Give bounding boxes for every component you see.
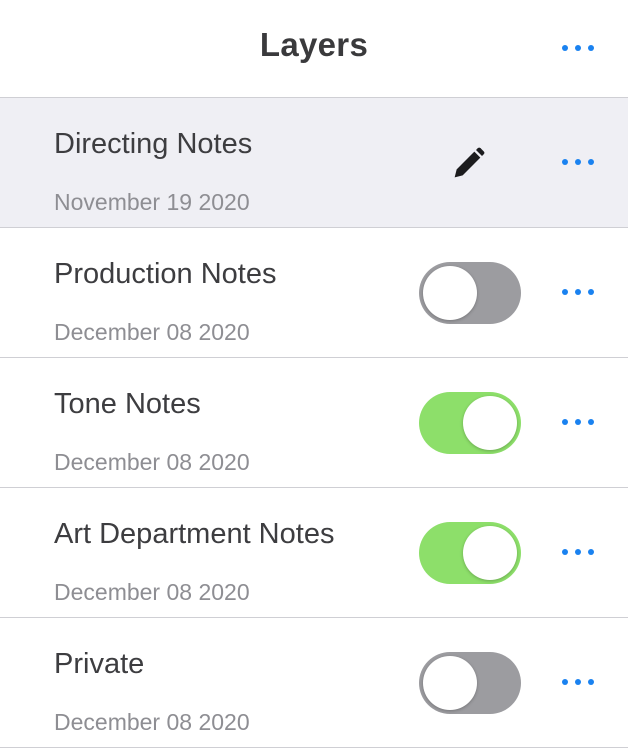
more-horizontal-icon — [562, 289, 594, 295]
layer-date: December 08 2020 — [54, 709, 250, 735]
layer-name: Private — [54, 648, 145, 680]
more-horizontal-icon — [562, 549, 594, 555]
pencil-icon — [454, 147, 485, 178]
more-horizontal-icon — [562, 419, 594, 425]
visibility-toggle[interactable] — [419, 522, 521, 584]
page-title: Layers — [259, 26, 369, 63]
layer-date: December 08 2020 — [54, 319, 250, 345]
layer-row-art-department-notes[interactable]: Art Department Notes December 08 2020 — [0, 488, 628, 618]
edit-layer-button[interactable] — [446, 142, 490, 186]
layer-more-button[interactable] — [554, 272, 602, 312]
layer-name: Art Department Notes — [54, 518, 335, 550]
header-more-button[interactable] — [554, 28, 602, 68]
more-horizontal-icon — [562, 679, 594, 685]
layer-more-button[interactable] — [554, 662, 602, 702]
toggle-knob — [423, 266, 477, 320]
layer-more-button[interactable] — [554, 142, 602, 182]
more-horizontal-icon — [562, 159, 594, 165]
layer-date: December 08 2020 — [54, 449, 250, 475]
more-horizontal-icon — [562, 45, 594, 51]
visibility-toggle[interactable] — [419, 652, 521, 714]
layer-more-button[interactable] — [554, 532, 602, 572]
visibility-toggle[interactable] — [419, 392, 521, 454]
layer-date: November 19 2020 — [54, 189, 250, 215]
layer-row-tone-notes[interactable]: Tone Notes December 08 2020 — [0, 358, 628, 488]
layer-name: Production Notes — [54, 258, 277, 290]
layers-panel: Layers Directing Notes November 19 2020 … — [0, 0, 628, 753]
toggle-knob — [463, 396, 517, 450]
layer-date: December 08 2020 — [54, 579, 250, 605]
layer-row-private[interactable]: Private December 08 2020 — [0, 618, 628, 748]
header: Layers — [0, 0, 628, 98]
layer-name: Tone Notes — [54, 388, 201, 420]
layer-name: Directing Notes — [54, 128, 253, 160]
layer-row-production-notes[interactable]: Production Notes December 08 2020 — [0, 228, 628, 358]
layer-more-button[interactable] — [554, 402, 602, 442]
visibility-toggle[interactable] — [419, 262, 521, 324]
toggle-knob — [423, 656, 477, 710]
toggle-knob — [463, 526, 517, 580]
layer-row-directing-notes[interactable]: Directing Notes November 19 2020 — [0, 98, 628, 228]
